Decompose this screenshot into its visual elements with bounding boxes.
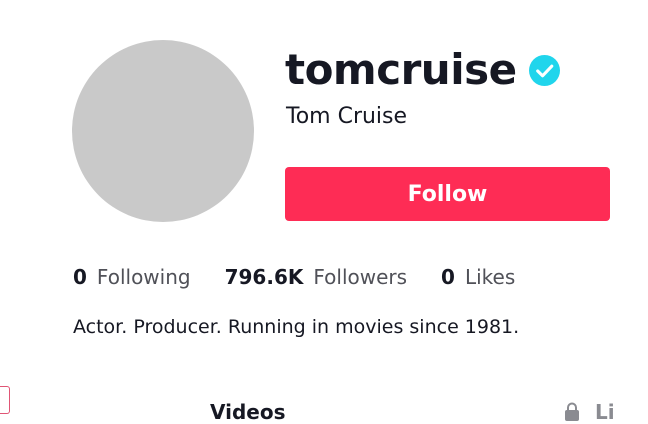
username: tomcruise <box>285 45 517 94</box>
avatar[interactable] <box>72 40 254 222</box>
stat-followers[interactable]: 796.6K Followers <box>225 265 407 289</box>
tab-liked[interactable]: Li <box>563 400 615 424</box>
stat-label: Followers <box>313 265 408 289</box>
stat-likes: 0 Likes <box>441 265 515 289</box>
tab-videos[interactable]: Videos <box>210 400 286 424</box>
edge-element <box>0 386 10 414</box>
tab-liked-label: Li <box>595 400 615 424</box>
follow-button[interactable]: Follow <box>285 167 610 221</box>
stat-value: 0 <box>73 265 87 289</box>
verified-badge-icon <box>528 54 560 86</box>
stat-value: 0 <box>441 265 455 289</box>
stat-following[interactable]: 0 Following <box>73 265 191 289</box>
lock-icon <box>565 402 579 421</box>
stat-label: Following <box>96 265 191 289</box>
stat-label: Likes <box>464 265 516 289</box>
display-name: Tom Cruise <box>286 104 408 129</box>
profile-bio: Actor. Producer. Running in movies since… <box>73 316 520 338</box>
stat-value: 796.6K <box>224 265 304 289</box>
profile-stats: 0 Following 796.6K Followers 0 Likes <box>73 265 549 289</box>
username-row: tomcruise <box>285 44 560 96</box>
